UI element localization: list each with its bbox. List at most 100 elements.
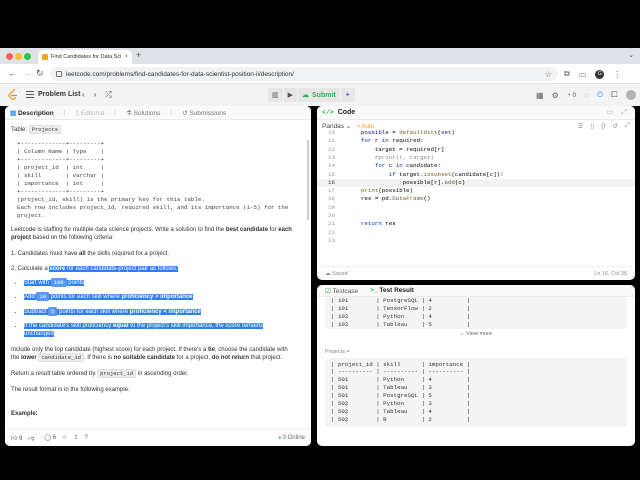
panel-window-controls-icon[interactable]: ▭ ⤢	[607, 108, 630, 117]
line-number: 23	[328, 236, 335, 244]
testcase-panel: ☑ Testcase >_ Test Result | 101 | Postgr…	[317, 285, 635, 446]
minimize-window-icon[interactable]	[15, 53, 22, 60]
layout-icon[interactable]: ▦	[536, 91, 544, 100]
editor-status-bar: ☁ Saved Ln 16, Col 35	[317, 266, 635, 280]
browser-tab-bar: Find Candidates for Data Scien × + ⌄	[0, 48, 640, 64]
favorite-icon[interactable]: ☆	[62, 434, 67, 441]
ai-assistant-button[interactable]: ✦	[340, 88, 355, 102]
share-icon[interactable]: ⇪	[74, 434, 79, 441]
code-line[interactable]: 18 res = pd.DataFrame()	[317, 195, 635, 203]
profile-avatar[interactable]: G	[595, 69, 605, 79]
tab-list-chevron-icon[interactable]: ⌄	[628, 51, 634, 59]
projects-input-label: Projects =	[325, 348, 350, 355]
checkbox-icon: ☑	[325, 287, 333, 295]
description-footer: 👍︎ 9 👎︎ ◯ 6 ☆ ⇪ ? 3 Online	[5, 428, 311, 446]
next-problem-icon[interactable]: ›	[94, 90, 97, 100]
code-text[interactable]: target = required[r]	[347, 146, 445, 153]
code-text[interactable]: #print(r, target)	[347, 154, 434, 161]
tab-testcase[interactable]: ☑ Testcase	[325, 287, 358, 295]
streak-counter[interactable]: ◔ 0	[567, 92, 576, 99]
extensions-icon[interactable]: ⧉	[564, 69, 570, 79]
line-number: 14	[328, 162, 335, 170]
flask-icon: ⚗	[126, 109, 134, 117]
dislike-button[interactable]: 👎︎	[28, 434, 34, 442]
user-avatar[interactable]	[625, 90, 636, 100]
problem-list-button[interactable]: Problem List	[26, 91, 80, 98]
code-line[interactable]: 11 for r in required:	[317, 137, 635, 145]
tie-paragraph: Include only the top candidate (highest …	[11, 346, 288, 362]
criteria-1: 1. Candidates must have all the skills r…	[11, 251, 170, 258]
timer-icon[interactable]: ⏲	[597, 90, 603, 100]
tab-separator: |	[63, 109, 66, 116]
tab-description[interactable]: ▤ Description	[10, 109, 54, 117]
cursor-position: Ln 16, Col 35	[594, 270, 627, 277]
new-tab-button[interactable]: +	[136, 50, 141, 60]
forward-arrow-icon[interactable]: →	[22, 68, 31, 78]
sidebar-icon[interactable]: ▭	[579, 70, 587, 79]
tab-editorial[interactable]: ▯ Editorial	[75, 109, 104, 117]
code-text[interactable]: for r in required:	[347, 137, 424, 144]
code-text[interactable]: possible = defaultdict(set)	[347, 129, 455, 136]
browser-tab[interactable]: Find Candidates for Data Scien ×	[38, 50, 132, 64]
browser-toolbar: ← → ↻ leetcode.com/problems/find-candida…	[0, 64, 640, 84]
close-tab-icon[interactable]: ×	[124, 54, 128, 60]
problem-list-label: Problem List	[38, 91, 81, 98]
like-button[interactable]: 👍︎ 9	[11, 434, 22, 442]
code-line[interactable]: 14 for c in candidate:	[317, 162, 635, 170]
tab-submissions[interactable]: ↺ Submissions	[182, 109, 226, 117]
code-line[interactable]: 19	[317, 204, 635, 212]
projects-input-box: | project_id | skill | importance | | --…	[325, 357, 627, 427]
back-arrow-icon[interactable]: ←	[8, 68, 17, 78]
document-icon: ▤	[10, 109, 18, 117]
url-text[interactable]: leetcode.com/problems/find-candidates-fo…	[66, 71, 294, 78]
leetcode-favicon-icon	[42, 54, 48, 60]
code-panel: </> Code ▭ ⤢ Pandas ⌄ ▪ Auto ☰ ▯ {} ↺ ⤢ …	[317, 106, 635, 280]
close-window-icon[interactable]	[6, 53, 13, 60]
run-button[interactable]: ▶	[283, 88, 298, 102]
maximize-window-icon[interactable]	[24, 53, 31, 60]
code-editor[interactable]: 10 possible = defaultdict(set) 11 for r i…	[317, 129, 635, 262]
code-line[interactable]: 22	[317, 229, 635, 237]
site-info-icon[interactable]	[56, 71, 62, 77]
code-text[interactable]: res = pd.DataFrame()	[347, 195, 431, 202]
shuffle-icon[interactable]: ⤮	[105, 90, 111, 100]
code-line[interactable]: 13 #print(r, target)	[317, 154, 635, 162]
browser-menu-icon[interactable]: ⋮	[613, 70, 621, 79]
prev-problem-icon[interactable]: ‹	[82, 90, 85, 100]
description-scrollbar[interactable]	[307, 140, 309, 220]
address-bar[interactable]: leetcode.com/problems/find-candidates-fo…	[50, 67, 558, 81]
code-text[interactable]: possible[r].add(c)	[347, 179, 466, 186]
format-paragraph: The result format is in the following ex…	[11, 387, 130, 394]
bookmark-star-icon[interactable]: ☆	[545, 70, 552, 79]
notifications-icon[interactable]: ◌	[584, 91, 589, 100]
code-line[interactable]: 10 possible = defaultdict(set)	[317, 129, 635, 137]
help-icon[interactable]: ?	[85, 435, 88, 441]
view-more-button[interactable]: ⌄ View more	[325, 329, 627, 341]
tab-separator: |	[114, 109, 116, 116]
comments-button[interactable]: ◯ 6	[44, 434, 56, 441]
code-line[interactable]: 20	[317, 212, 635, 220]
code-line[interactable]: 17 print(possible)	[317, 187, 635, 195]
leetcode-logo-icon[interactable]	[8, 89, 18, 101]
list-icon	[26, 91, 34, 98]
code-line[interactable]: 23	[317, 237, 635, 245]
code-text[interactable]: for c in candidate:	[347, 162, 441, 169]
submit-button[interactable]: ☁ Submit	[298, 88, 340, 102]
settings-icon[interactable]: ⚙	[552, 91, 559, 100]
code-line[interactable]: 15 if target.issubset(candidate[c]):	[317, 171, 635, 179]
line-number: 17	[328, 187, 335, 195]
code-text[interactable]: print(possible)	[347, 187, 413, 194]
description-tabs: ▤ Description | ▯ Editorial | ⚗ Solution…	[5, 106, 311, 120]
reload-icon[interactable]: ↻	[36, 68, 44, 79]
tab-test-result[interactable]: >_ Test Result	[370, 287, 414, 294]
code-text[interactable]: return res	[347, 220, 396, 227]
example-heading: Example:	[11, 411, 38, 418]
debug-button[interactable]: ▥	[268, 88, 283, 102]
dynamic-layout-icon[interactable]: ⧠	[611, 90, 617, 100]
code-line[interactable]: 21 return res	[317, 220, 635, 228]
description-content: Table: Projects +-------------+---------…	[5, 120, 311, 428]
code-line[interactable]: 16 possible[r].add(c)	[317, 178, 635, 188]
tab-solutions[interactable]: ⚗ Solutions	[126, 109, 160, 117]
code-line[interactable]: 12 target = required[r]	[317, 146, 635, 154]
code-text[interactable]: if target.issubset(candidate[c]):	[347, 171, 504, 178]
